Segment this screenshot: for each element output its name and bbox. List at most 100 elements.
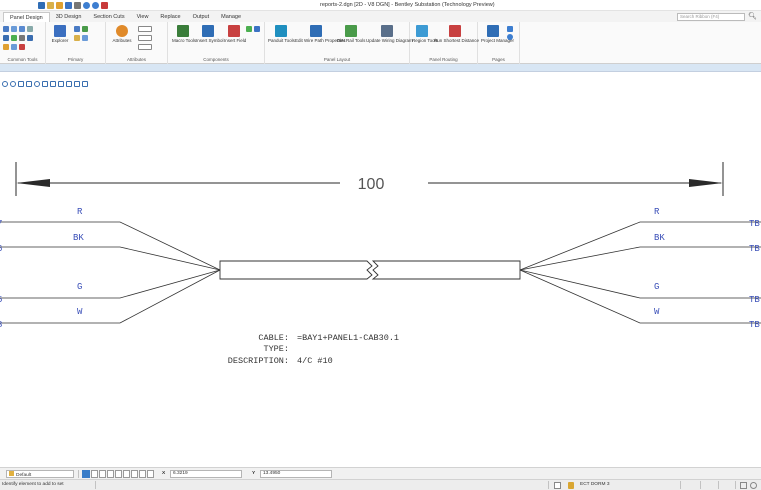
left-wire-label: R (77, 207, 83, 217)
view-6-button[interactable] (131, 470, 138, 478)
run-shortest-button[interactable]: Run Shortest Distance (434, 25, 479, 43)
view-5-button[interactable] (123, 470, 130, 478)
properties-icon[interactable] (82, 35, 88, 41)
description-label: DESCRIPTION: (228, 356, 289, 366)
search-icon[interactable]: 🔍︎ (748, 13, 757, 21)
app-icon[interactable] (38, 2, 45, 9)
project-manager-button[interactable]: Project Manager (481, 25, 514, 43)
component-b-icon[interactable] (254, 26, 260, 32)
tab-output[interactable]: Output (187, 12, 216, 22)
snap-mode-icon[interactable] (554, 482, 561, 489)
right-terminal-label: TB (749, 320, 760, 330)
pin-icon[interactable] (101, 2, 108, 9)
text-icon[interactable] (19, 26, 25, 32)
models-icon[interactable] (74, 26, 80, 32)
copy-view-icon[interactable] (66, 81, 72, 87)
group-label: Common Tools (7, 57, 38, 62)
level-icon[interactable] (3, 35, 9, 41)
view-8-button[interactable] (147, 470, 154, 478)
attr-style-icon[interactable] (138, 35, 152, 41)
view-previous-icon[interactable] (50, 81, 56, 87)
component-a-icon[interactable] (246, 26, 252, 32)
line-icon[interactable] (11, 26, 17, 32)
save-icon[interactable] (65, 2, 72, 9)
print-icon[interactable] (74, 2, 81, 9)
separator (735, 481, 736, 489)
view-2-button[interactable] (99, 470, 106, 478)
attributes-icon (116, 25, 128, 37)
x-label: X (162, 471, 166, 476)
view-3-button[interactable] (107, 470, 114, 478)
view-next-icon[interactable] (58, 81, 64, 87)
right-wire-w (519, 269, 761, 324)
update-wiring-button[interactable]: Update Wiring Diagram (366, 25, 413, 43)
attributes-button[interactable]: Attributes (110, 25, 134, 43)
tab-panel-design[interactable]: Panel Design (3, 12, 50, 22)
left-terminal-label: 5 (0, 295, 2, 305)
help-icon[interactable] (750, 482, 757, 489)
macro-tools-button[interactable]: Macro Tools (172, 25, 196, 43)
dropdown-icon[interactable] (27, 26, 33, 32)
y-label: Y (252, 471, 256, 476)
rotate-view-icon[interactable] (34, 81, 40, 87)
edit-wire-path-button[interactable]: Edit Wire Path Properties (295, 25, 346, 43)
undo-icon[interactable] (83, 2, 90, 9)
levels-icon[interactable] (74, 35, 80, 41)
open-file-icon[interactable] (56, 2, 63, 9)
snap-icon[interactable] (3, 44, 9, 50)
insert-field-button[interactable]: Insert Field (224, 25, 246, 43)
left-wire-label: BK (73, 233, 84, 243)
level-dropdown[interactable]: Default (6, 470, 74, 478)
page-search-icon[interactable] (507, 34, 513, 40)
panduit-tools-icon (275, 25, 287, 37)
view-title-strip (0, 64, 761, 72)
view-4-button[interactable] (115, 470, 122, 478)
group-label: Primary (67, 57, 84, 62)
drawing-canvas[interactable]: 100 R BK G W R BK G W 7 6 5 8 TB TB TB T… (0, 90, 761, 460)
tab-section-cuts[interactable]: Section Cuts (87, 12, 130, 22)
tab-3d-design[interactable]: 3D Design (50, 12, 88, 22)
redo-icon[interactable] (92, 2, 99, 9)
page-add-icon[interactable] (507, 26, 513, 32)
quick-access-toolbar (38, 1, 108, 10)
style-icon[interactable] (27, 35, 33, 41)
tab-manage[interactable]: Manage (215, 12, 247, 22)
references-icon[interactable] (82, 26, 88, 32)
attr-weight-icon[interactable] (138, 44, 152, 50)
fit-view-icon[interactable] (26, 81, 32, 87)
tab-view[interactable]: View (131, 12, 155, 22)
view-attributes-icon[interactable] (74, 81, 80, 87)
zoom-in-icon[interactable] (2, 81, 8, 87)
views-icon[interactable] (82, 470, 90, 478)
settings-icon[interactable] (740, 482, 747, 489)
insert-symbol-button[interactable]: Insert Symbol (196, 25, 224, 43)
right-wire-label: W (654, 307, 660, 317)
zoom-out-icon[interactable] (10, 81, 16, 87)
attributes-row-2 (138, 35, 152, 41)
window-area-icon[interactable] (18, 81, 24, 87)
x-coordinate-input[interactable]: 6.3219 (170, 470, 242, 478)
element-selection-icon[interactable] (3, 26, 9, 32)
region-tools-button[interactable]: Region Tools (412, 25, 438, 43)
pan-view-icon[interactable] (42, 81, 48, 87)
display-style-icon[interactable] (82, 81, 88, 87)
y-coordinate-input[interactable]: 13.4950 (260, 470, 332, 478)
attr-color-icon[interactable] (138, 26, 152, 32)
search-ribbon-input[interactable]: Search Ribbon (F4) (677, 13, 745, 21)
color-icon[interactable] (11, 35, 17, 41)
view-7-button[interactable] (139, 470, 146, 478)
lock-icon[interactable] (568, 482, 574, 489)
annotate-icon[interactable] (19, 44, 25, 50)
view-1-button[interactable] (91, 470, 98, 478)
primary-row-1 (74, 26, 88, 32)
weight-icon[interactable] (19, 35, 25, 41)
measure-icon[interactable] (11, 44, 17, 50)
new-file-icon[interactable] (47, 2, 54, 9)
explorer-button[interactable]: Explorer (50, 25, 70, 43)
tab-replace[interactable]: Replace (154, 12, 186, 22)
prompt-text: Identify element to add to set (2, 482, 64, 487)
edit-wire-path-icon (310, 25, 322, 37)
din-rail-tools-button[interactable]: DIN Rail Tools (337, 25, 365, 43)
group-label: Panel Layout (323, 57, 351, 62)
panduit-tools-button[interactable]: Panduit Tools (268, 25, 295, 43)
